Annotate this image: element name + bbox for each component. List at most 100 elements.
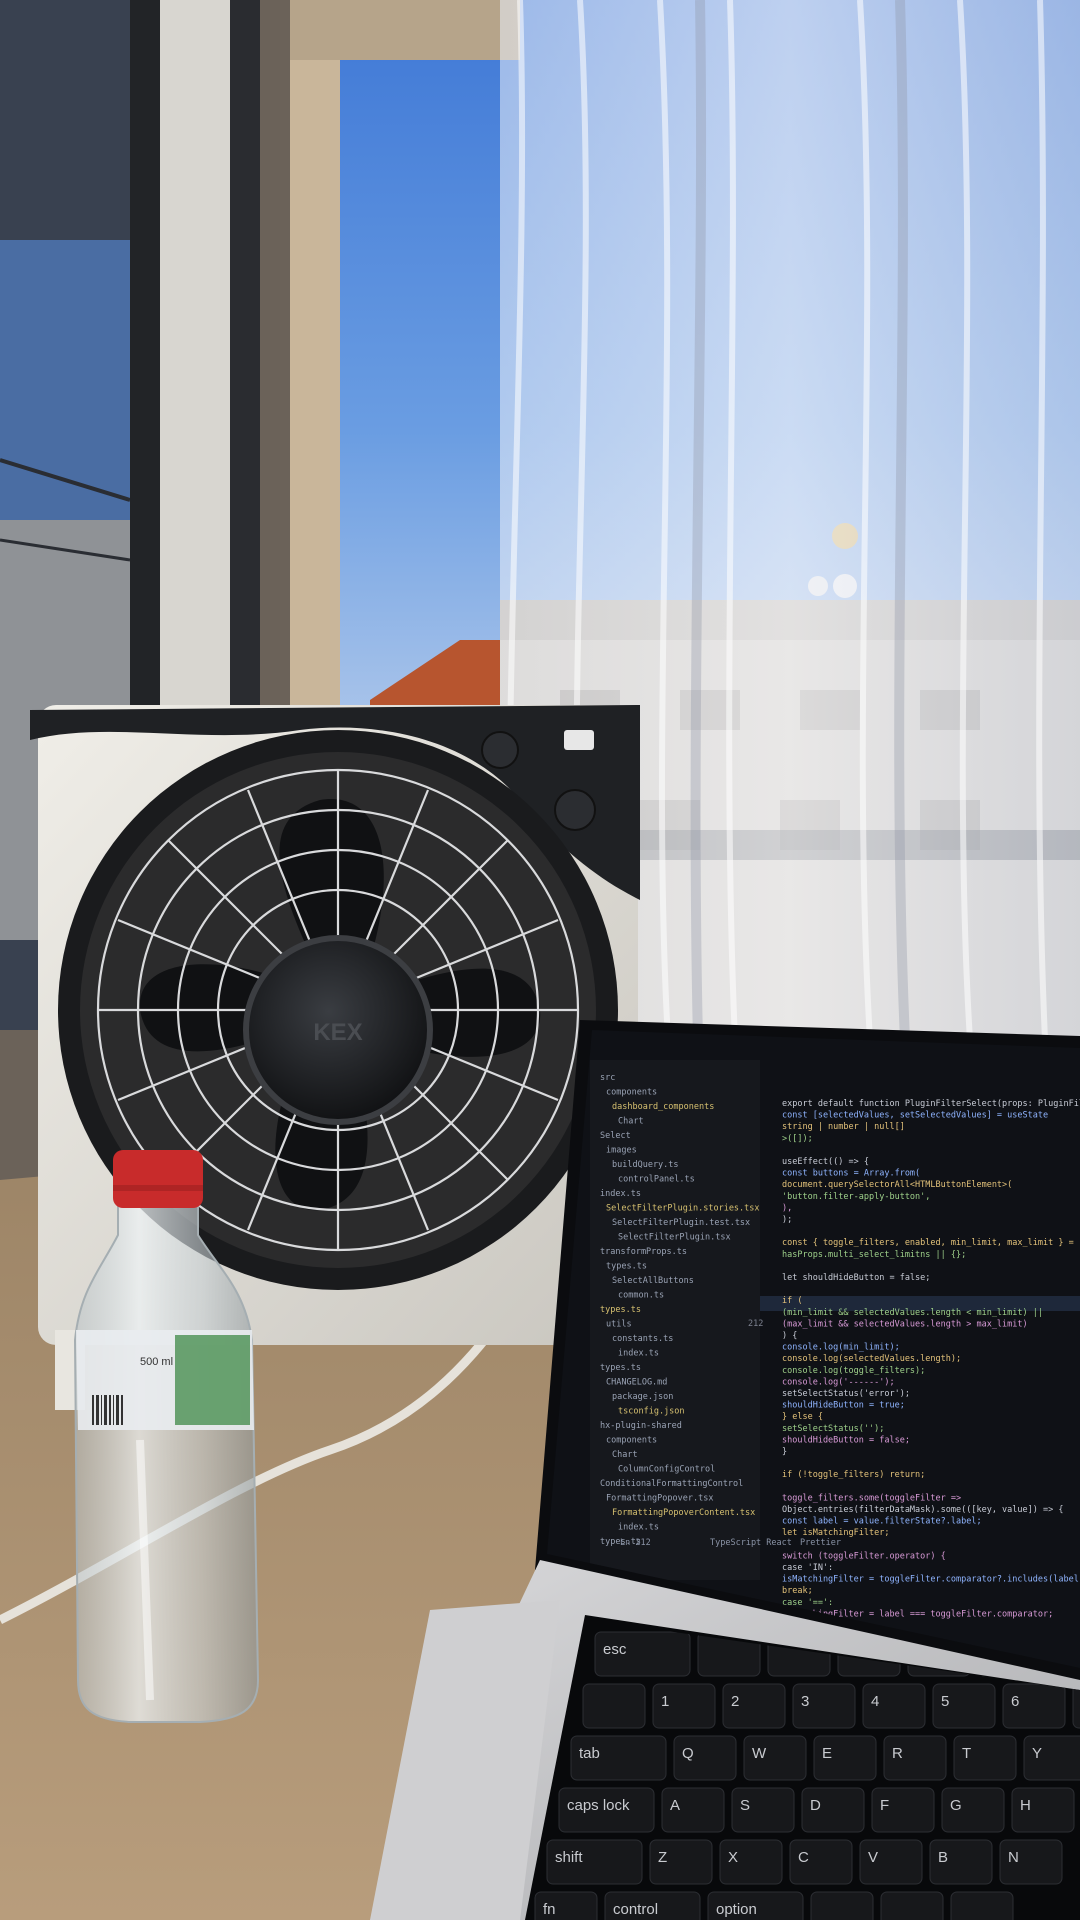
code-line[interactable]: isMatchingFilter = toggleFilter.comparat… [782, 1575, 1080, 1585]
file-tree-item[interactable]: index.ts [600, 1189, 641, 1199]
code-line[interactable]: let shouldHideButton = false; [782, 1273, 930, 1283]
keyboard-key-label: W [752, 1745, 767, 1762]
code-line[interactable]: setSelectStatus(''); [782, 1424, 884, 1434]
code-line[interactable]: 'button.filter-apply-button', [782, 1192, 930, 1202]
bottle-cap-ridge [113, 1185, 203, 1191]
file-tree-item[interactable]: common.ts [618, 1291, 664, 1301]
window-frame-light [160, 0, 230, 720]
keyboard-key-label: option [716, 1901, 757, 1918]
code-line[interactable]: let isMatchingFilter; [782, 1528, 889, 1538]
file-tree-item[interactable]: hx-plugin-shared [600, 1421, 682, 1431]
code-line[interactable]: (max_limit && selectedValues.length > ma… [782, 1319, 1028, 1329]
file-tree-item[interactable]: package.json [612, 1392, 673, 1402]
keyboard-key-label: T [962, 1745, 971, 1762]
file-tree-item[interactable]: SelectFilterPlugin.stories.tsx [606, 1204, 760, 1214]
file-tree-item[interactable]: SelectAllButtons [612, 1276, 694, 1286]
file-tree-item[interactable]: CHANGELOG.md [606, 1378, 667, 1388]
file-tree-item[interactable]: FormattingPopover.tsx [606, 1494, 713, 1504]
keyboard-key-label: V [868, 1849, 878, 1866]
code-line[interactable]: (min_limit && selectedValues.length < mi… [782, 1308, 1043, 1318]
code-line[interactable]: const [selectedValues, setSelectedValues… [782, 1111, 1048, 1121]
file-tree-item[interactable]: Chart [612, 1450, 638, 1460]
keyboard-key-label: C [798, 1849, 809, 1866]
status-item[interactable]: Prettier [800, 1538, 841, 1548]
code-line[interactable]: console.log('------'); [782, 1377, 895, 1387]
file-tree-item[interactable]: Chart [618, 1117, 644, 1127]
code-line[interactable]: } [782, 1447, 787, 1457]
code-line[interactable]: document.querySelectorAll<HTMLButtonElem… [782, 1180, 1012, 1190]
code-line[interactable]: Object.entries(filterDataMask).some(([ke… [782, 1505, 1063, 1515]
keyboard-key-label: E [822, 1745, 832, 1762]
keyboard-key-label: fn [543, 1901, 556, 1918]
code-line[interactable]: } else { [782, 1412, 823, 1422]
code-line[interactable]: shouldHideButton = false; [782, 1435, 910, 1445]
code-line[interactable]: const label = value.filterState?.label; [782, 1517, 982, 1527]
status-item[interactable]: Ln 212 [620, 1538, 651, 1548]
keyboard-key-label: G [950, 1797, 962, 1814]
photo-scene: KEX 500 ml src components dashboard_compon… [0, 0, 1080, 1920]
keyboard-key-label: 5 [941, 1693, 949, 1710]
window-lintel [290, 0, 520, 60]
file-tree-item[interactable]: controlPanel.ts [618, 1175, 695, 1185]
file-tree-item[interactable]: src [600, 1073, 615, 1083]
fan-timer-knob-icon [554, 789, 596, 831]
file-tree-item[interactable]: buildQuery.ts [612, 1160, 679, 1170]
code-line[interactable]: break; [782, 1586, 813, 1596]
keyboard-key-label: R [892, 1745, 903, 1762]
code-line[interactable]: const buttons = Array.from( [782, 1169, 920, 1179]
code-line[interactable]: console.log(selectedValues.length); [782, 1354, 961, 1364]
window-frame-inner [230, 0, 260, 720]
code-line[interactable]: export default function PluginFilterSele… [782, 1099, 1080, 1109]
code-line[interactable]: toggle_filters.some(toggleFilter => [782, 1493, 961, 1503]
file-tree-item[interactable]: images [606, 1146, 637, 1156]
keyboard-key[interactable] [582, 1683, 646, 1729]
file-tree-item[interactable]: dashboard_components [612, 1102, 714, 1112]
file-tree-item[interactable]: index.ts [618, 1349, 659, 1359]
keyboard-key[interactable] [810, 1891, 874, 1920]
code-line[interactable]: >([]); [782, 1134, 813, 1144]
code-line[interactable]: hasProps.multi_select_limitns || {}; [782, 1250, 966, 1260]
file-tree-item[interactable]: types.ts [600, 1363, 641, 1373]
file-tree-item[interactable]: tsconfig.json [618, 1407, 685, 1417]
keyboard-key[interactable] [880, 1891, 944, 1920]
file-tree-item[interactable]: ColumnConfigControl [618, 1465, 715, 1475]
file-tree-item[interactable]: components [606, 1088, 657, 1098]
file-tree-item[interactable]: FormattingPopoverContent.tsx [612, 1508, 755, 1518]
code-line[interactable]: useEffect(() => { [782, 1157, 869, 1167]
code-line[interactable]: string | number | null[] [782, 1122, 905, 1132]
code-line[interactable]: case 'IN': [782, 1563, 833, 1573]
file-tree-item[interactable]: ConditionalFormattingControl [600, 1479, 743, 1489]
code-line[interactable]: console.log(toggle_filters); [782, 1366, 925, 1376]
file-tree-item[interactable]: types.ts [600, 1305, 641, 1315]
file-tree-item[interactable]: types.ts [606, 1262, 647, 1272]
file-tree-item[interactable]: index.ts [618, 1523, 659, 1533]
code-line[interactable]: if ( [782, 1296, 802, 1306]
code-line[interactable]: shouldHideButton = true; [782, 1401, 905, 1411]
file-tree-item[interactable]: constants.ts [612, 1334, 673, 1344]
file-tree-item[interactable]: components [606, 1436, 657, 1446]
file-tree-item[interactable]: utils [606, 1320, 632, 1330]
keyboard-key[interactable] [1072, 1683, 1080, 1729]
keyboard-key-label: S [740, 1797, 750, 1814]
file-tree-item[interactable]: Select [600, 1131, 631, 1141]
fan-power-switch [564, 730, 594, 750]
code-line[interactable]: ) { [782, 1331, 797, 1341]
status-item[interactable]: TypeScript React [710, 1538, 792, 1548]
code-line[interactable]: ); [782, 1215, 792, 1225]
code-line[interactable]: switch (toggleFilter.operator) { [782, 1551, 946, 1561]
file-tree-item[interactable]: SelectFilterPlugin.tsx [618, 1233, 731, 1243]
keyboard-key-label: esc [603, 1641, 627, 1658]
keyboard-key[interactable] [950, 1891, 1014, 1920]
file-tree-item[interactable]: SelectFilterPlugin.test.tsx [612, 1218, 750, 1228]
code-line[interactable]: console.log(min_limit); [782, 1343, 900, 1353]
bottle-cap [113, 1150, 203, 1208]
code-line[interactable]: const { toggle_filters, enabled, min_lim… [782, 1238, 1074, 1248]
fan-knob-icon [481, 731, 519, 769]
keyboard-key-label: A [670, 1797, 680, 1814]
code-line[interactable]: setSelectStatus('error'); [782, 1389, 910, 1399]
window-jamb [290, 0, 340, 720]
code-line[interactable]: if (!toggle_filters) return; [782, 1470, 925, 1480]
keyboard-key-label: Z [658, 1849, 667, 1866]
code-line[interactable]: ), [782, 1203, 792, 1213]
file-tree-item[interactable]: transformProps.ts [600, 1247, 687, 1257]
